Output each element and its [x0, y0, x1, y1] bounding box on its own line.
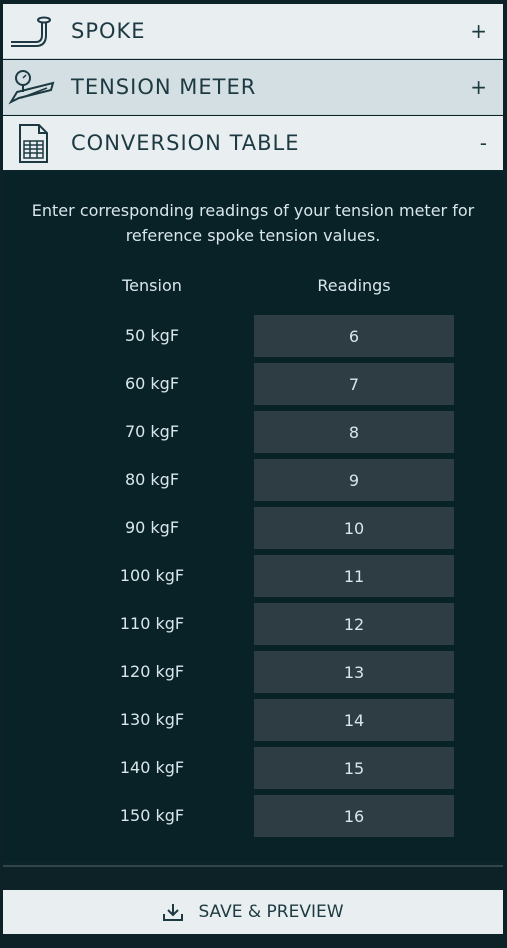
reading-input[interactable]: 11 — [254, 555, 454, 597]
spoke-section-header[interactable]: SPOKE + — [3, 4, 503, 58]
reading-input[interactable]: 10 — [254, 507, 454, 549]
reading-input[interactable]: 6 — [254, 315, 454, 357]
tension-value-label: 110 kgF — [119, 614, 185, 633]
spoke-icon — [7, 10, 57, 52]
conversion-table-section-header[interactable]: CONVERSION TABLE - — [3, 116, 503, 170]
panel-bottom-border — [3, 865, 503, 867]
tension-value-label: 70 kgF — [124, 422, 180, 441]
reading-input[interactable]: 13 — [254, 651, 454, 693]
tension-value-label: 90 kgF — [124, 518, 180, 537]
collapse-toggle-conversion-table[interactable]: - — [480, 131, 487, 155]
tension-value-label: 120 kgF — [119, 662, 185, 681]
tension-column-header: Tension — [122, 276, 182, 295]
save-preview-label: SAVE & PREVIEW — [198, 902, 344, 922]
tension-value-label: 60 kgF — [124, 374, 180, 393]
section-title-spoke: SPOKE — [71, 19, 146, 43]
download-icon — [162, 902, 184, 922]
section-title-conversion-table: CONVERSION TABLE — [71, 131, 300, 155]
reading-input[interactable]: 8 — [254, 411, 454, 453]
reading-input[interactable]: 7 — [254, 363, 454, 405]
section-title-tension-meter: TENSION METER — [71, 75, 257, 99]
tension-value-label: 50 kgF — [124, 326, 180, 345]
expand-toggle-tension-meter[interactable]: + — [470, 75, 487, 99]
section-divider — [3, 58, 503, 59]
reading-input[interactable]: 16 — [254, 795, 454, 837]
spreadsheet-icon — [7, 122, 57, 164]
save-preview-button[interactable]: SAVE & PREVIEW — [3, 890, 503, 934]
tension-value-label: 100 kgF — [119, 566, 185, 585]
conversion-description: Enter corresponding readings of your ten… — [31, 201, 475, 245]
expand-toggle-spoke[interactable]: + — [470, 19, 487, 43]
tension-value-label: 150 kgF — [119, 806, 185, 825]
tension-value-label: 80 kgF — [124, 470, 180, 489]
readings-column-header: Readings — [317, 276, 391, 295]
reading-input[interactable]: 12 — [254, 603, 454, 645]
reading-input[interactable]: 9 — [254, 459, 454, 501]
reading-input[interactable]: 14 — [254, 699, 454, 741]
section-divider — [3, 114, 503, 115]
conversion-table-panel: Enter corresponding readings of your ten… — [3, 172, 503, 862]
tension-meter-icon — [7, 66, 57, 108]
tension-value-label: 140 kgF — [119, 758, 185, 777]
tension-meter-section-header[interactable]: TENSION METER + — [3, 60, 503, 114]
tension-value-label: 130 kgF — [119, 710, 185, 729]
reading-input[interactable]: 15 — [254, 747, 454, 789]
